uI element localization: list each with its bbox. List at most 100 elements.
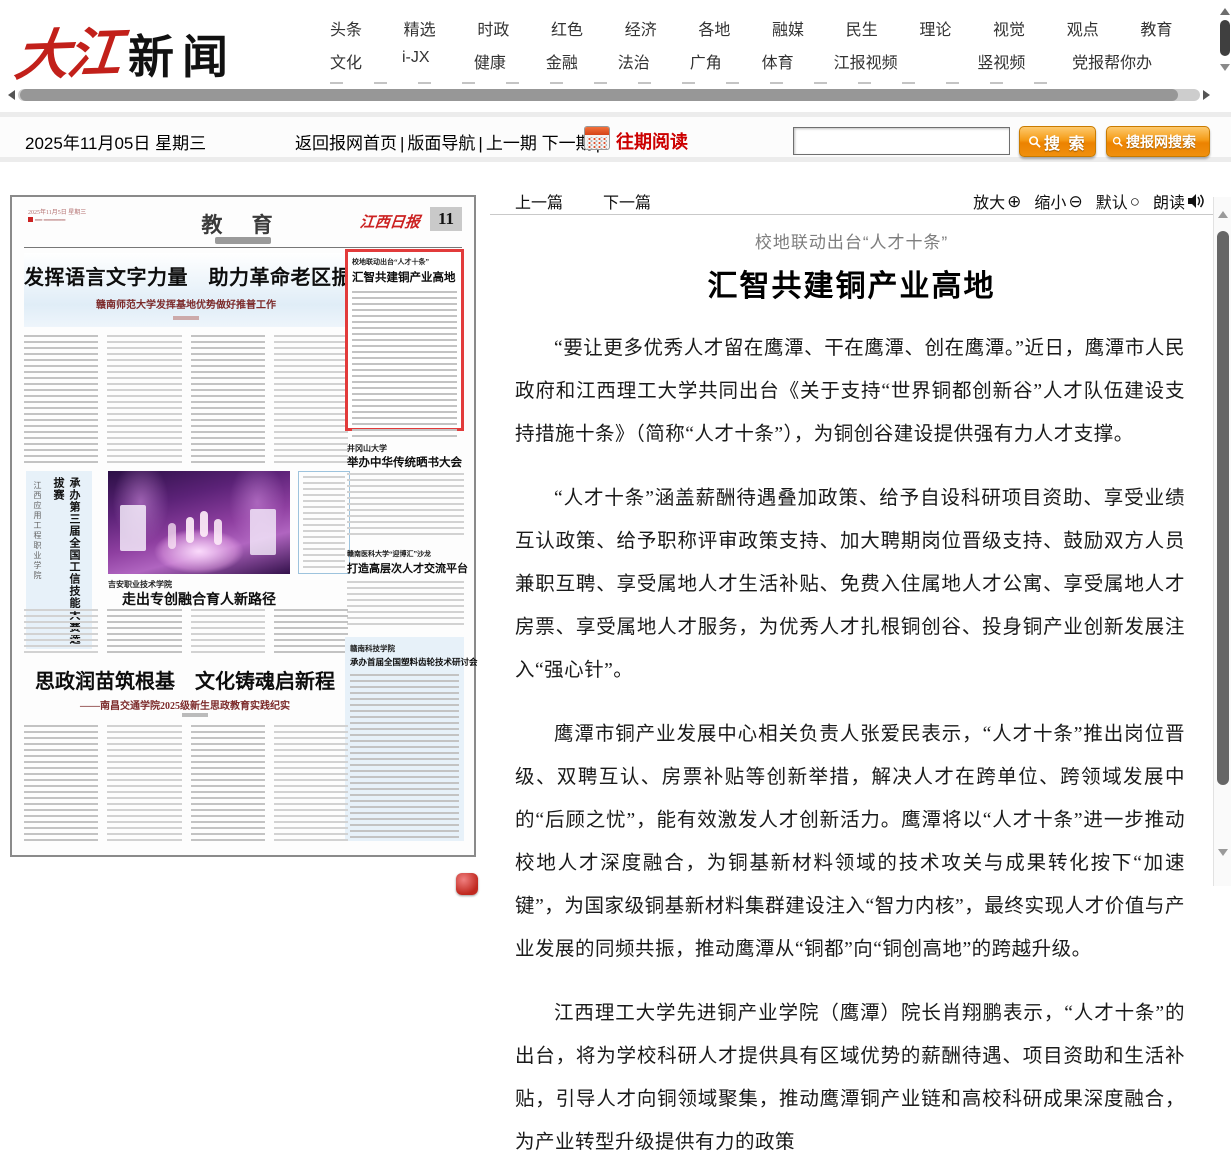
paper-masthead: 江西日报 — [359, 211, 421, 232]
nav-row-2: 文化 i-JX 健康 金融 法治 广角 体育 江报视频 竖视频 党报帮你办 — [330, 49, 1214, 73]
next-article-link[interactable]: 下一篇 — [603, 189, 651, 213]
lead-article-title: 发挥语言文字力量 助力革命老区振兴 — [24, 261, 348, 290]
article-title: 打造高层次人才交流平台 — [347, 560, 468, 576]
nav-vertical-scrollbar[interactable] — [1219, 6, 1231, 86]
divider — [24, 247, 462, 248]
highlighted-article-box[interactable]: 校地联动出台“人才十条” 汇智共建铜产业高地 — [345, 249, 464, 431]
nav-item[interactable]: 竖视频 — [977, 49, 1072, 73]
photo-article-title: 走出专创融合育人新路径 — [108, 589, 290, 609]
scroll-right-arrow-icon[interactable] — [1203, 90, 1210, 100]
search-icon — [1112, 136, 1123, 147]
newspaper-page-image[interactable]: 2025年11月5日 星期三 ━━ ━━━━━━ 教 育 江西日报 11 发挥语… — [10, 195, 476, 857]
article-title: 承办首届全国塑料齿轮技术研讨会 — [350, 656, 459, 668]
archive-link[interactable]: 往期阅读 — [616, 128, 688, 154]
nav-item[interactable]: 教育 — [1140, 16, 1214, 40]
nav-item[interactable]: 视觉 — [993, 16, 1067, 40]
article-kicker: 校地联动出台“人才十条” — [490, 228, 1213, 253]
nav-item[interactable]: 法治 — [618, 49, 690, 73]
article-body: “要让更多优秀人才留在鹰潭、干在鹰潭、创在鹰潭。”近日，鹰潭市人民政府和江西理工… — [490, 327, 1213, 1164]
nav-item[interactable]: 融媒 — [772, 16, 846, 40]
boxed-article-kicker: 校地联动出台“人才十条” — [352, 257, 457, 267]
search-button-label: 搜 索 — [1044, 130, 1086, 154]
nav-item[interactable]: i-JX — [402, 49, 474, 73]
site-search-button-label: 搜报网搜索 — [1126, 132, 1196, 152]
article-title: 举办中华传统晒书大会 — [347, 454, 462, 470]
bottom-article-title: 思政润苗筑根基 文化铸魂启新程 — [24, 665, 346, 694]
nav-item[interactable]: 体育 — [762, 49, 834, 73]
greeked-text-block — [352, 291, 457, 439]
nav-item[interactable]: 头条 — [330, 16, 404, 40]
zoom-in-icon: ⊕ — [1007, 193, 1021, 210]
nav-item[interactable]: 金融 — [546, 49, 618, 73]
zoom-in-button[interactable]: 放大 ⊕ — [973, 189, 1021, 213]
boxed-article-title: 汇智共建铜产业高地 — [352, 269, 457, 285]
newspaper-page: 2025年11月5日 星期三 ━━ ━━━━━━ 教 育 江西日报 11 发挥语… — [22, 205, 464, 845]
article-title: 汇智共建铜产业高地 — [490, 261, 1213, 305]
search-icon — [1028, 135, 1041, 148]
red-square-icon — [28, 217, 33, 222]
article-paragraph: 江西理工大学先进铜产业学院（鹰潭）院长肖翔鹏表示，“人才十条”的出台，将为学校科… — [515, 992, 1185, 1164]
scroll-down-arrow-icon[interactable] — [1220, 64, 1230, 71]
calendar-icon[interactable] — [584, 126, 610, 150]
nav-item[interactable]: 时政 — [477, 16, 551, 40]
nav-item[interactable]: 经济 — [625, 16, 699, 40]
zoom-out-button[interactable]: 缩小 ⊖ — [1034, 189, 1082, 213]
article-vertical-scrollbar[interactable] — [1213, 197, 1231, 886]
zoom-out-icon: ⊖ — [1068, 193, 1082, 210]
nav-item[interactable]: 各地 — [698, 16, 772, 40]
nav-item[interactable]: 文化 — [330, 49, 402, 73]
greeked-text-columns — [24, 335, 348, 463]
home-link[interactable]: 返回报网首页 — [295, 134, 397, 153]
site-search-button[interactable]: 搜报网搜索 — [1106, 126, 1210, 157]
reader-controls: 放大 ⊕ 缩小 ⊖ 默认 ○ 朗读 — [973, 189, 1205, 213]
article-kicker: 赣南科技学院 — [350, 643, 459, 654]
zoom-out-label: 缩小 — [1034, 189, 1066, 213]
article-paragraph: “人才十条”涵盖薪酬待遇叠加政策、给予自设科研项目资助、享受业绩互认政策、给予职… — [515, 477, 1185, 692]
greeked-text-columns — [24, 725, 348, 841]
scrollbar-thumb[interactable] — [20, 89, 1178, 101]
vertical-org-label: 江西应用工程职业学院 — [32, 481, 43, 581]
nav-item[interactable]: 民生 — [846, 16, 920, 40]
nav-clipped-row — [330, 82, 1070, 84]
site-header: 大江新闻 头条 精选 时政 红色 经济 各地 融媒 民生 理论 视觉 观点 教育… — [0, 0, 1231, 88]
default-size-icon: ○ — [1130, 193, 1140, 210]
article-paragraph: 鹰潭市铜产业发展中心相关负责人张爱民表示，“人才十条”推出岗位晋级、双聘互认、房… — [515, 713, 1185, 971]
scroll-left-arrow-icon[interactable] — [8, 90, 15, 100]
nav-item[interactable]: 红色 — [551, 16, 625, 40]
bottom-article-subtitle: ——南昌交通学院2025级新生思政教育实践纪实 — [24, 697, 346, 712]
horizontal-scrollbar[interactable] — [8, 88, 1210, 102]
scrollbar-thumb[interactable] — [1217, 231, 1229, 785]
scrollbar-track[interactable] — [18, 89, 1200, 101]
paper-section-tag — [215, 237, 271, 244]
nav-item[interactable]: 江报视频 — [834, 49, 978, 73]
nav-item[interactable]: 健康 — [474, 49, 546, 73]
floating-share-icon[interactable] — [456, 873, 478, 895]
default-size-button[interactable]: 默认 ○ — [1096, 189, 1140, 213]
lead-article-subtitle: 赣南师范大学发挥基地优势做好推普工作 — [24, 296, 348, 311]
issue-links: 返回报网首页|版面导航|上一期 下一期| — [295, 129, 603, 154]
scroll-up-arrow-icon[interactable] — [1218, 211, 1228, 218]
read-aloud-button[interactable]: 朗读 — [1153, 189, 1205, 213]
article-paragraph: “要让更多优秀人才留在鹰潭、干在鹰潭、创在鹰潭。”近日，鹰潭市人民政府和江西理工… — [515, 327, 1185, 456]
prev-article-link[interactable]: 上一篇 — [515, 189, 563, 213]
site-logo[interactable]: 大江新闻 — [16, 10, 236, 89]
paper-page-number: 11 — [430, 207, 462, 231]
search-input[interactable] — [793, 127, 1010, 155]
nav-item[interactable]: 观点 — [1067, 16, 1141, 40]
default-size-label: 默认 — [1096, 189, 1128, 213]
greeked-text-block — [347, 473, 464, 539]
layout-nav-link[interactable]: 版面导航 — [407, 134, 475, 153]
scroll-up-arrow-icon[interactable] — [1220, 8, 1230, 15]
nav-item[interactable]: 广角 — [690, 49, 762, 73]
speaker-icon — [1187, 193, 1205, 209]
article-kicker: 赣南医科大学“迎博汇”沙龙 — [347, 549, 431, 559]
search-button[interactable]: 搜 索 — [1019, 126, 1096, 157]
scrollbar-thumb[interactable] — [1220, 20, 1230, 56]
prev-issue-link[interactable]: 上一期 — [486, 134, 537, 153]
byline — [173, 316, 199, 320]
nav-item[interactable]: 精选 — [404, 16, 478, 40]
nav-item[interactable]: 理论 — [919, 16, 993, 40]
article-kicker: 井冈山大学 — [347, 443, 387, 454]
scroll-down-arrow-icon[interactable] — [1218, 849, 1228, 856]
nav-item[interactable]: 党报帮你办 — [1072, 49, 1214, 73]
